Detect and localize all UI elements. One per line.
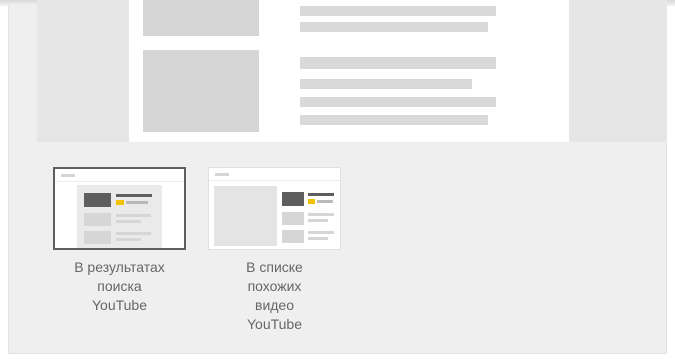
thumb-text-line xyxy=(317,200,333,203)
thumb-text-line xyxy=(308,219,328,222)
thumb-video-block xyxy=(282,192,304,206)
option-search-results[interactable]: В результатах поиска YouTube xyxy=(53,167,186,315)
thumb-ad-badge xyxy=(308,199,315,204)
preview-text-line xyxy=(300,57,496,69)
option-label: В результатах поиска YouTube xyxy=(74,259,165,313)
thumb-placeholder-block xyxy=(84,231,111,244)
thumb-text-line xyxy=(308,213,334,216)
preview-thumbnail-placeholder xyxy=(143,50,259,132)
thumb-text-line xyxy=(116,214,151,217)
thumb-text-line xyxy=(116,220,141,223)
ad-placement-preview xyxy=(37,0,667,142)
thumb-video-block xyxy=(84,193,111,207)
thumb-text-line xyxy=(126,201,148,204)
thumb-logo xyxy=(215,173,229,176)
thumb-text-line xyxy=(116,232,151,235)
thumb-placeholder-block xyxy=(282,212,304,225)
thumb-player-area xyxy=(214,186,277,246)
thumb-logo xyxy=(61,174,75,177)
option-related-videos[interactable]: В списке похожих видео YouTube xyxy=(208,167,341,334)
preview-text-line xyxy=(300,97,496,107)
preview-thumbnail-placeholder xyxy=(143,0,259,36)
thumb-text-line xyxy=(308,237,328,240)
search-results-thumbnail xyxy=(53,167,186,250)
thumb-placeholder-block xyxy=(84,213,111,226)
preview-text-line xyxy=(300,22,488,32)
thumb-ad-badge xyxy=(116,200,124,205)
thumb-placeholder-block xyxy=(282,230,304,243)
preview-text-line xyxy=(300,115,488,125)
preview-text-line xyxy=(300,79,472,89)
preview-text-line xyxy=(300,6,496,16)
thumb-text-line xyxy=(116,238,141,241)
thumb-title-line xyxy=(116,194,152,197)
preview-card xyxy=(129,0,569,142)
thumb-title-line xyxy=(308,193,334,196)
thumb-text-line xyxy=(308,231,334,234)
option-label: В списке похожих видео YouTube xyxy=(246,259,303,332)
related-videos-thumbnail xyxy=(208,167,341,250)
